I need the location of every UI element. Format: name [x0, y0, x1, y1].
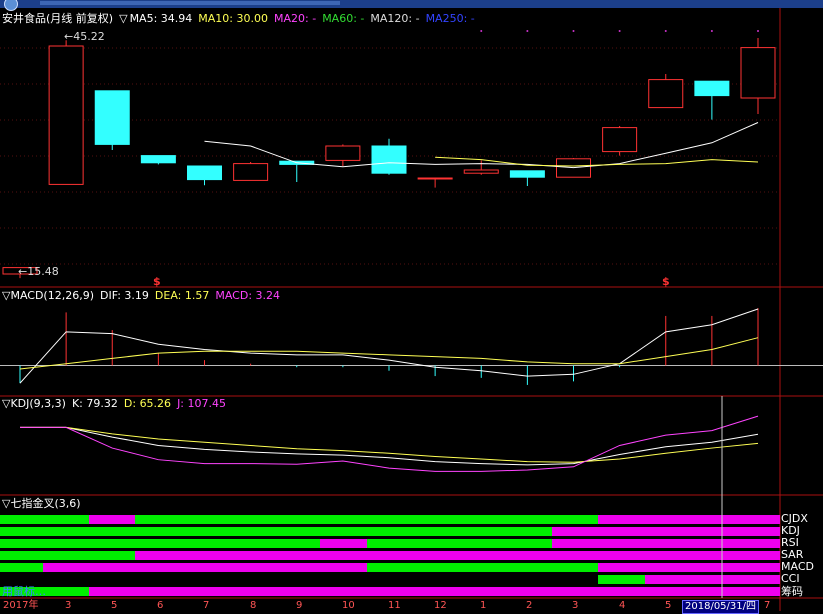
candle-body-up	[602, 127, 638, 153]
signal-row-label: 筹码	[781, 585, 803, 598]
high-price-label: ←45.22	[64, 30, 105, 43]
ma120-legend: MA120: -	[370, 12, 420, 25]
top-marker-dot	[664, 30, 667, 32]
top-marker-dot	[618, 30, 621, 32]
signal-segment	[135, 551, 780, 560]
signal-segment	[43, 563, 367, 572]
signal-marker: $	[662, 275, 670, 288]
x-axis-label: 2017年	[3, 600, 39, 611]
top-marker-dot	[526, 30, 529, 32]
signal-segment	[89, 587, 780, 596]
signal-segment	[552, 539, 780, 548]
x-axis-label: 9	[296, 600, 303, 611]
signal-segment	[552, 527, 780, 536]
x-axis-label: 10	[342, 600, 355, 611]
k-legend: K: 79.32	[71, 397, 118, 410]
candle-body-down	[140, 155, 176, 164]
signal-segment	[645, 575, 780, 584]
top-marker-dot	[480, 30, 483, 32]
candle-body-down	[694, 80, 730, 97]
x-axis-label: 7	[764, 600, 771, 611]
ma20-legend: MA20: -	[274, 12, 317, 25]
ma250-legend: MA250: -	[425, 12, 475, 25]
signal-segment	[0, 563, 43, 572]
signal-segment	[598, 515, 780, 524]
seven-header: ▽七指金叉(3,6)	[2, 497, 87, 511]
status-hint: 用鼠标…	[2, 585, 46, 598]
x-axis-label: 3	[65, 600, 72, 611]
signal-row-label: CCI	[781, 572, 800, 585]
x-axis-label: 7	[203, 600, 210, 611]
x-axis-label: 1	[480, 600, 487, 611]
top-marker-dot	[710, 30, 713, 32]
signal-segment	[320, 539, 367, 548]
candle-body-up	[417, 177, 453, 180]
cursor-date-box: 2018/05/31/四	[682, 600, 760, 614]
x-axis-label: 8	[250, 600, 257, 611]
seven-title[interactable]: ▽七指金叉(3,6)	[2, 497, 81, 510]
candle-body-up	[233, 163, 269, 181]
high-arrow-icon: ←	[64, 30, 74, 43]
j-legend: J: 107.45	[177, 397, 226, 410]
candle-body-down	[94, 90, 130, 145]
top-marker-dot	[572, 30, 575, 32]
price-header: 安井食品(月线 前复权) ▽ MA5: 34.94 MA10: 30.00 MA20: …	[2, 12, 481, 26]
signal-segment	[89, 515, 135, 524]
kdj-title[interactable]: ▽KDJ(9,3,3)	[2, 397, 66, 410]
candle-body-up	[648, 79, 684, 109]
k-line	[20, 426, 759, 466]
candle-body-up	[740, 47, 776, 99]
ma-line-ma10	[435, 156, 759, 167]
macd-legend: MACD: 3.24	[215, 289, 281, 302]
candle-body-down	[509, 170, 545, 178]
ma10-legend: MA10: 30.00	[198, 12, 268, 25]
stock-chart[interactable]	[0, 0, 823, 611]
kdj-header: ▽KDJ(9,3,3) K: 79.32 D: 65.26 J: 107.45	[2, 397, 232, 411]
candle-body-up	[48, 45, 84, 185]
dif-legend: DIF: 3.19	[100, 289, 149, 302]
signal-segment	[598, 563, 780, 572]
candle-body-down	[371, 145, 407, 174]
x-axis-label: 4	[619, 600, 626, 611]
signal-segment	[367, 539, 552, 548]
stock-name[interactable]: 安井食品(月线 前复权)	[2, 12, 113, 25]
x-axis-label: 5	[111, 600, 118, 611]
window-title-bar	[0, 0, 823, 11]
x-axis-label: 12	[434, 600, 447, 611]
top-marker-dot	[757, 30, 759, 32]
ma60-legend: MA60: -	[322, 12, 365, 25]
signal-segment	[135, 515, 598, 524]
signal-segment	[0, 539, 320, 548]
signal-segment	[0, 527, 552, 536]
signal-segment	[0, 551, 135, 560]
indicator-menu-icon[interactable]: ▽	[119, 12, 127, 25]
x-axis-label: 3	[572, 600, 579, 611]
d-legend: D: 65.26	[123, 397, 172, 410]
dea-legend: DEA: 1.57	[154, 289, 210, 302]
signal-marker: $	[153, 275, 161, 288]
x-axis-label: 2	[526, 600, 533, 611]
dif-line	[19, 308, 759, 384]
candle-body-up	[463, 169, 499, 174]
candle-body-down	[187, 165, 222, 181]
candle-body-up	[325, 145, 361, 161]
x-axis-label: 5	[665, 600, 672, 611]
macd-title[interactable]: ▽MACD(12,26,9)	[2, 289, 94, 302]
window-title-strip	[40, 1, 340, 5]
j-line	[20, 415, 759, 472]
low-price-label: ←15.48	[18, 265, 59, 278]
signal-segment	[367, 563, 598, 572]
signal-segment	[598, 575, 645, 584]
low-arrow-icon: ←	[18, 265, 28, 278]
dea-line	[19, 337, 759, 370]
x-axis-label: 6	[157, 600, 164, 611]
d-line	[20, 426, 759, 463]
x-axis-label: 11	[388, 600, 401, 611]
signal-segment	[0, 515, 89, 524]
ma5-legend: MA5: 34.94	[129, 12, 193, 25]
macd-header: ▽MACD(12,26,9) DIF: 3.19 DEA: 1.57 MACD: 3.…	[2, 289, 286, 303]
